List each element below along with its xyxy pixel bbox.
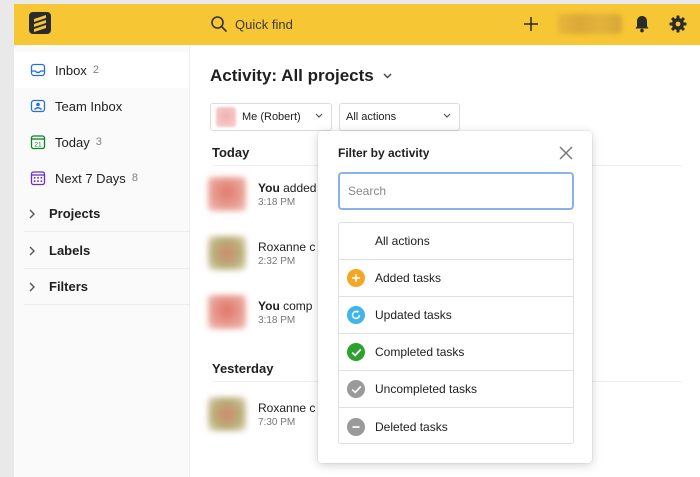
notifications-button[interactable] bbox=[632, 14, 652, 34]
group-label: Projects bbox=[49, 206, 101, 221]
activity-text: Roxanne c bbox=[258, 401, 316, 415]
group-label: Filters bbox=[49, 279, 89, 294]
activity-text: You added bbox=[258, 181, 317, 195]
activity-item[interactable]: You comp 3:18 PM bbox=[208, 295, 318, 341]
check-circle-icon bbox=[347, 343, 365, 361]
option-label: Updated tasks bbox=[375, 308, 452, 322]
plus-circle-icon bbox=[347, 269, 365, 287]
chevron-down-icon bbox=[443, 113, 451, 118]
sidebar-item-team-inbox[interactable]: Team Inbox bbox=[14, 88, 189, 124]
top-bar: Quick find bbox=[14, 4, 700, 45]
avatar bbox=[216, 107, 236, 127]
refresh-circle-icon bbox=[347, 306, 365, 324]
chevron-right-icon bbox=[24, 282, 40, 292]
popup-title: Filter by activity bbox=[338, 146, 430, 160]
inbox-icon bbox=[30, 62, 46, 78]
add-task-button[interactable] bbox=[521, 14, 541, 34]
option-updated-tasks[interactable]: Updated tasks bbox=[339, 297, 573, 334]
close-button[interactable] bbox=[558, 145, 574, 161]
gear-icon bbox=[669, 15, 687, 33]
action-filter-label: All actions bbox=[346, 111, 397, 123]
team-inbox-icon bbox=[30, 98, 46, 114]
app-window: Quick find Inbox 2 Team Inbox 21 Today 3… bbox=[14, 4, 700, 477]
activity-time: 2:32 PM bbox=[258, 256, 296, 267]
quick-find[interactable]: Quick find bbox=[210, 14, 293, 34]
activity-options-list: All actions Added tasks Updated tasks Co… bbox=[338, 222, 574, 444]
sidebar-item-count: 3 bbox=[95, 136, 102, 148]
user-filter-label: Me (Robert) bbox=[242, 111, 301, 123]
option-label: Added tasks bbox=[375, 271, 442, 285]
sidebar-item-count: 2 bbox=[92, 64, 99, 76]
activity-item[interactable]: You added 3:18 PM bbox=[208, 177, 318, 223]
chevron-down-icon bbox=[383, 73, 392, 79]
sidebar-item-label: Today bbox=[55, 134, 90, 150]
user-menu[interactable] bbox=[558, 14, 622, 34]
sidebar-group-labels[interactable]: Labels bbox=[24, 233, 190, 269]
close-icon bbox=[559, 146, 573, 160]
sidebar-group-projects[interactable]: Projects bbox=[24, 196, 190, 232]
option-label: Completed tasks bbox=[375, 345, 465, 359]
svg-text:21: 21 bbox=[34, 142, 42, 149]
activity-search-input[interactable] bbox=[338, 172, 574, 210]
sidebar: Inbox 2 Team Inbox 21 Today 3 Next 7 Day… bbox=[14, 45, 190, 477]
option-added-tasks[interactable]: Added tasks bbox=[339, 260, 573, 297]
option-deleted-tasks[interactable]: Deleted tasks bbox=[339, 408, 573, 443]
user-filter-dropdown[interactable]: Me (Robert) bbox=[210, 103, 332, 131]
settings-button[interactable] bbox=[668, 14, 688, 34]
avatar bbox=[208, 236, 246, 270]
activity-time: 3:18 PM bbox=[258, 197, 296, 208]
page-title-text: Activity: All projects bbox=[210, 66, 374, 85]
calendar-today-icon: 21 bbox=[30, 134, 46, 150]
page-title[interactable]: Activity: All projects bbox=[210, 66, 392, 86]
chevron-down-icon bbox=[315, 113, 323, 118]
section-heading-yesterday: Yesterday bbox=[212, 361, 274, 376]
sidebar-item-inbox[interactable]: Inbox 2 bbox=[14, 52, 189, 88]
option-all-actions[interactable]: All actions bbox=[339, 223, 573, 260]
calendar-week-icon bbox=[30, 170, 46, 186]
avatar bbox=[208, 177, 246, 211]
option-uncompleted-tasks[interactable]: Uncompleted tasks bbox=[339, 371, 573, 408]
minus-circle-icon bbox=[347, 417, 365, 436]
activity-item[interactable]: Roxanne c 7:30 PM bbox=[208, 397, 318, 443]
activity-time: 3:18 PM bbox=[258, 315, 296, 326]
sidebar-item-label: Team Inbox bbox=[55, 98, 123, 114]
check-circle-gray-icon bbox=[347, 380, 365, 398]
activity-text: Roxanne c bbox=[258, 240, 316, 254]
search-icon bbox=[211, 16, 227, 32]
sidebar-item-next-7-days[interactable]: Next 7 Days 8 bbox=[14, 160, 189, 196]
option-label: Deleted tasks bbox=[375, 419, 448, 434]
activity-text: You comp bbox=[258, 299, 313, 313]
option-label: All actions bbox=[375, 234, 430, 248]
section-heading-today: Today bbox=[212, 145, 250, 160]
sidebar-item-today[interactable]: 21 Today 3 bbox=[14, 124, 189, 160]
activity-time: 7:30 PM bbox=[258, 417, 296, 428]
filter-by-activity-popup: Filter by activity All actions Added tas… bbox=[318, 131, 592, 463]
group-label: Labels bbox=[49, 243, 91, 258]
todoist-logo-icon[interactable] bbox=[29, 12, 51, 34]
avatar bbox=[208, 295, 246, 329]
action-filter-dropdown[interactable]: All actions bbox=[339, 103, 460, 131]
activity-item[interactable]: Roxanne c 2:32 PM bbox=[208, 236, 318, 282]
sidebar-group-filters[interactable]: Filters bbox=[24, 269, 190, 305]
sidebar-item-count: 8 bbox=[131, 172, 138, 184]
plus-icon bbox=[524, 17, 538, 31]
sidebar-item-label: Inbox bbox=[55, 62, 87, 78]
avatar bbox=[208, 397, 246, 431]
quick-find-label: Quick find bbox=[235, 16, 293, 32]
option-label: Uncompleted tasks bbox=[375, 382, 478, 396]
option-completed-tasks[interactable]: Completed tasks bbox=[339, 334, 573, 371]
bell-icon bbox=[635, 16, 649, 33]
chevron-right-icon bbox=[24, 209, 40, 219]
sidebar-item-label: Next 7 Days bbox=[55, 170, 126, 186]
chevron-right-icon bbox=[24, 246, 40, 256]
